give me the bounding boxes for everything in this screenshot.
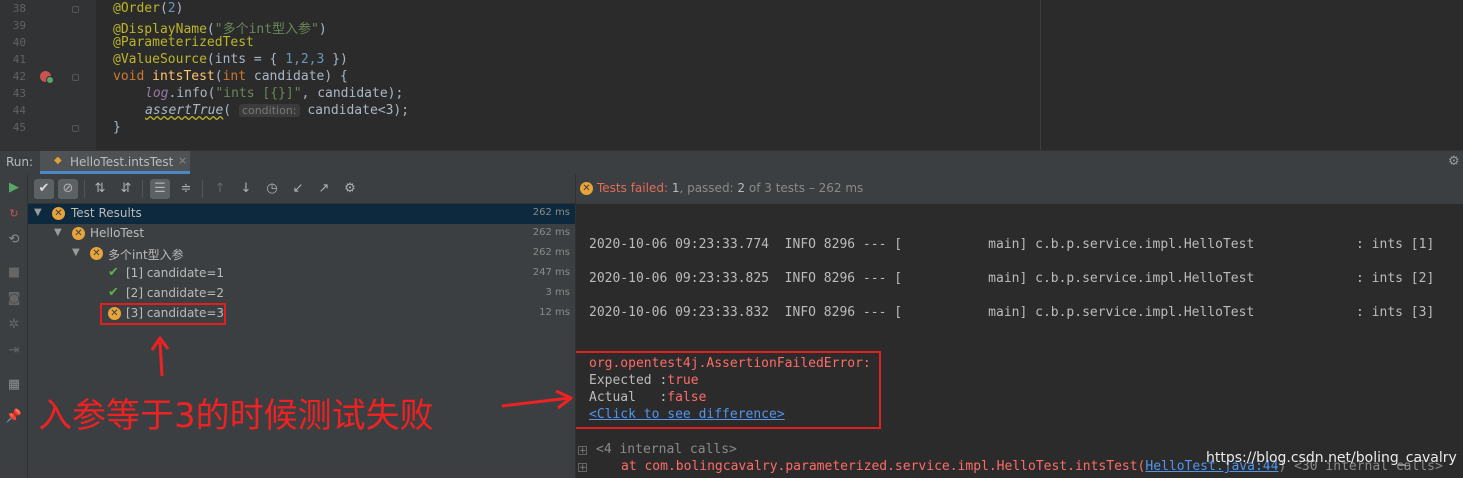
show-ignored-icon[interactable]: ⊘: [58, 179, 78, 199]
code-line-38: @Order(2): [113, 1, 184, 16]
fold-marker-icon[interactable]: [72, 74, 79, 81]
expand-icon[interactable]: +: [578, 446, 587, 456]
line-number: 38: [12, 2, 26, 15]
tree-node-label: [1] candidate=1: [126, 266, 225, 280]
parameter-hint: condition:: [238, 104, 300, 117]
import-tests-icon[interactable]: ↙: [288, 179, 308, 199]
code-line-41: @ValueSource(ints = { 1,2,3 }): [113, 52, 348, 67]
chevron-down-icon[interactable]: ▼: [34, 207, 42, 218]
tree-node-label: 多个int型入参: [108, 248, 184, 262]
duration: 247 ms: [532, 267, 570, 278]
internal-calls-fold[interactable]: <4 internal calls>: [596, 442, 737, 457]
log-line: 2020-10-06 09:23:33.774 INFO 8296 --- [ …: [589, 237, 1435, 252]
failed-status-icon: ✕: [72, 227, 85, 240]
run-side-toolbar: ▶ ↻ ⟲ ■ ◙ ✲ ⇥ ▦ 📌: [0, 174, 28, 478]
chevron-down-icon[interactable]: ▼: [54, 227, 62, 238]
editor-gutter: 38 39 40 41 42 43 44 45: [0, 0, 96, 150]
log-line: 2020-10-06 09:23:33.832 INFO 8296 --- [ …: [589, 305, 1435, 320]
log-line: 2020-10-06 09:23:33.825 INFO 8296 --- [ …: [589, 271, 1435, 286]
failed-case-highlight-box: [100, 303, 226, 325]
test-runner-toolbar: ✔ ⊘ ⇅ ⇵ ☰ ≑ ↑ ↓ ◷ ↙ ↗ ⚙: [28, 174, 575, 204]
run-label: Run:: [6, 155, 34, 169]
annotation-right-arrow: [501, 390, 573, 410]
line-number: 45: [12, 121, 26, 134]
failed-status-icon: ✕: [580, 182, 593, 195]
fold-marker-icon[interactable]: [72, 125, 79, 132]
line-number: 39: [12, 19, 26, 32]
run-test-gutter-icon[interactable]: [40, 71, 54, 84]
show-passed-icon[interactable]: ✔: [34, 179, 54, 199]
tree-node-label: Test Results: [71, 206, 142, 220]
toolbar-separator: [202, 180, 203, 198]
passed-check-icon: ✔: [108, 285, 119, 300]
line-number: 40: [12, 36, 26, 49]
tree-node-method[interactable]: ▼ ✕ 多个int型入参 262 ms: [28, 244, 575, 264]
line-number: 44: [12, 104, 26, 117]
failed-status-icon: ✕: [52, 207, 65, 220]
settings-icon[interactable]: ✲: [5, 316, 23, 334]
export-tests-icon[interactable]: ↗: [314, 179, 334, 199]
toggle-auto-test-icon[interactable]: ⟲: [5, 231, 23, 249]
code-line-42: void intsTest(int candidate) {: [113, 69, 348, 84]
next-failed-icon[interactable]: ↓: [236, 179, 256, 199]
sort-by-duration-icon[interactable]: ⇵: [116, 179, 136, 199]
collapse-all-icon[interactable]: ≑: [176, 179, 196, 199]
exit-icon[interactable]: ⇥: [5, 342, 23, 360]
watermark: https://blog.csdn.net/boling_cavalry: [1206, 450, 1457, 466]
annotation-up-arrow: [150, 336, 170, 377]
tree-node-case-2[interactable]: ✔ [2] candidate=2 3 ms: [28, 284, 575, 304]
tree-node-hellotest[interactable]: ▼ ✕ HelloTest 262 ms: [28, 224, 575, 244]
expand-all-icon[interactable]: ☰: [150, 179, 170, 199]
passed-check-icon: ✔: [108, 265, 119, 280]
console-output[interactable]: ✕ Tests failed: 1, passed: 2 of 3 tests …: [575, 174, 1463, 478]
duration: 262 ms: [532, 207, 570, 218]
code-editor[interactable]: 38 39 40 41 42 43 44 45 @Order(2) @Displ…: [0, 0, 1463, 150]
rerun-failed-icon[interactable]: ↻: [5, 205, 23, 223]
code-line-44: assertTrue( condition: candidate<3);: [145, 103, 410, 118]
tab-label: HelloTest.intsTest: [70, 155, 174, 169]
failed-status-icon: ✕: [90, 247, 103, 260]
fold-marker-icon[interactable]: [72, 6, 79, 13]
line-number: 41: [12, 53, 26, 66]
code-line-43: log.info("ints [{}]", candidate);: [145, 86, 404, 101]
duration: 262 ms: [532, 227, 570, 238]
duration: 262 ms: [532, 247, 570, 258]
toolbar-separator: [84, 180, 85, 198]
tree-node-test-results[interactable]: ▼ ✕ Test Results 262 ms: [28, 204, 575, 224]
stop-icon[interactable]: ■: [5, 264, 23, 282]
code-line-40: @ParameterizedTest: [113, 35, 254, 50]
duration: 12 ms: [539, 307, 570, 318]
tree-node-case-1[interactable]: ✔ [1] candidate=1 247 ms: [28, 264, 575, 284]
annotation-text: 入参等于3的时候测试失败: [38, 396, 434, 436]
tree-node-label: [2] candidate=2: [126, 286, 225, 300]
gear-icon[interactable]: ⚙: [1448, 154, 1460, 169]
rerun-icon[interactable]: ▶: [5, 179, 23, 197]
code-line-45: }: [113, 120, 121, 135]
run-tool-window-header: Run: ◆ HelloTest.intsTest × ⚙: [0, 150, 1463, 174]
test-status-bar: ✕ Tests failed: 1, passed: 2 of 3 tests …: [576, 174, 1463, 204]
previous-failed-icon[interactable]: ↑: [210, 179, 230, 199]
test-tab-icon: ◆: [54, 155, 62, 166]
gear-icon[interactable]: ⚙: [340, 179, 360, 199]
right-margin-guide: [1040, 0, 1041, 150]
duration: 3 ms: [545, 287, 571, 298]
close-icon[interactable]: ×: [178, 154, 187, 167]
line-number: 43: [12, 87, 26, 100]
line-number: 42: [12, 70, 26, 83]
error-highlight-box: [576, 351, 881, 429]
sort-alphabetically-icon[interactable]: ⇅: [90, 179, 110, 199]
toolbar-separator: [142, 180, 143, 198]
test-history-icon[interactable]: ◷: [262, 179, 282, 199]
tree-node-label: HelloTest: [90, 226, 145, 240]
expand-icon[interactable]: +: [578, 463, 587, 473]
layout-icon[interactable]: ▦: [5, 376, 23, 394]
pin-icon[interactable]: 📌: [5, 408, 23, 426]
camera-icon[interactable]: ◙: [5, 290, 23, 308]
tab-hellotest-intstest[interactable]: ◆ HelloTest.intsTest ×: [40, 151, 190, 174]
chevron-down-icon[interactable]: ▼: [72, 247, 80, 258]
test-summary: Tests failed: 1, passed: 2 of 3 tests – …: [597, 181, 864, 195]
